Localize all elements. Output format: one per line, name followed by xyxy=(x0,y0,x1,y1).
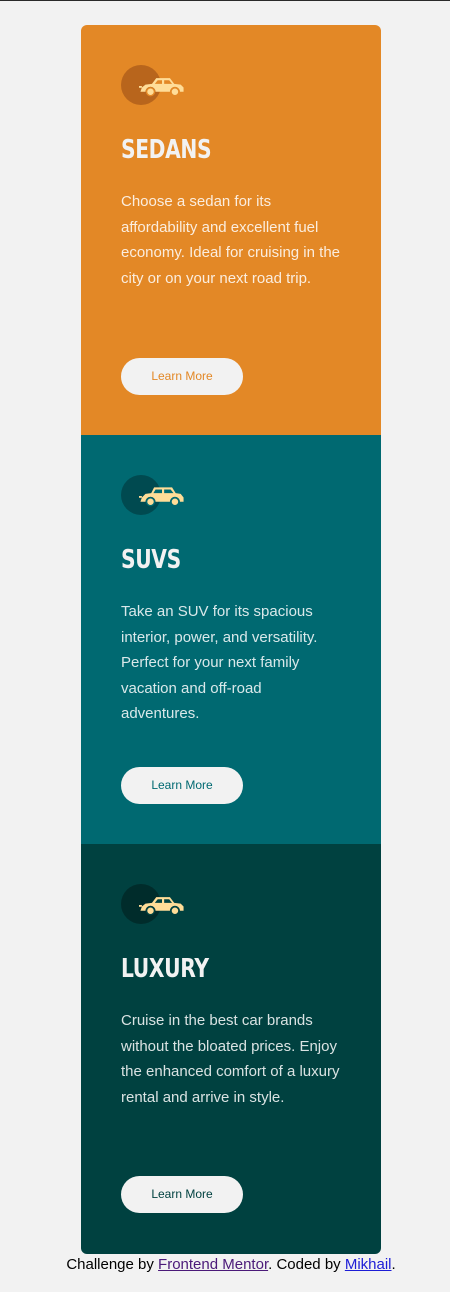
sedan-icon-wrap xyxy=(121,65,185,105)
author-link[interactable]: Mikhail xyxy=(345,1256,392,1273)
card-title: SUVS xyxy=(121,545,181,575)
suv-car-icon xyxy=(139,487,184,507)
learn-more-button-luxury[interactable]: Learn More xyxy=(121,1176,243,1213)
attribution-middle: . Coded by xyxy=(268,1256,345,1273)
card-sedans: SEDANS Choose a sedan for its affordabil… xyxy=(81,25,381,435)
attribution-prefix: Challenge by xyxy=(66,1256,159,1273)
card-suvs: SUVS Take an SUV for its spacious interi… xyxy=(81,435,381,844)
card-description: Choose a sedan for its affordability and… xyxy=(121,193,341,287)
card-description: Take an SUV for its spacious interior, p… xyxy=(121,603,318,722)
attribution: Challenge by Frontend Mentor. Coded by M… xyxy=(0,1255,450,1275)
car-cards-container: SEDANS Choose a sedan for its affordabil… xyxy=(81,25,381,1254)
card-title: SEDANS xyxy=(121,135,212,165)
learn-more-button-sedans[interactable]: Learn More xyxy=(121,358,243,395)
attribution-suffix: . xyxy=(391,1256,396,1273)
suv-icon-wrap xyxy=(121,475,185,515)
card-title: LUXURY xyxy=(121,954,209,984)
frontend-mentor-link[interactable]: Frontend Mentor xyxy=(158,1256,268,1273)
luxury-car-icon xyxy=(139,897,184,916)
card-description: Cruise in the best car brands without th… xyxy=(121,1012,340,1106)
sedan-car-icon xyxy=(139,78,184,97)
learn-more-button-suvs[interactable]: Learn More xyxy=(121,767,243,804)
luxury-icon-wrap xyxy=(121,884,185,924)
card-luxury: LUXURY Cruise in the best car brands wit… xyxy=(81,844,381,1254)
